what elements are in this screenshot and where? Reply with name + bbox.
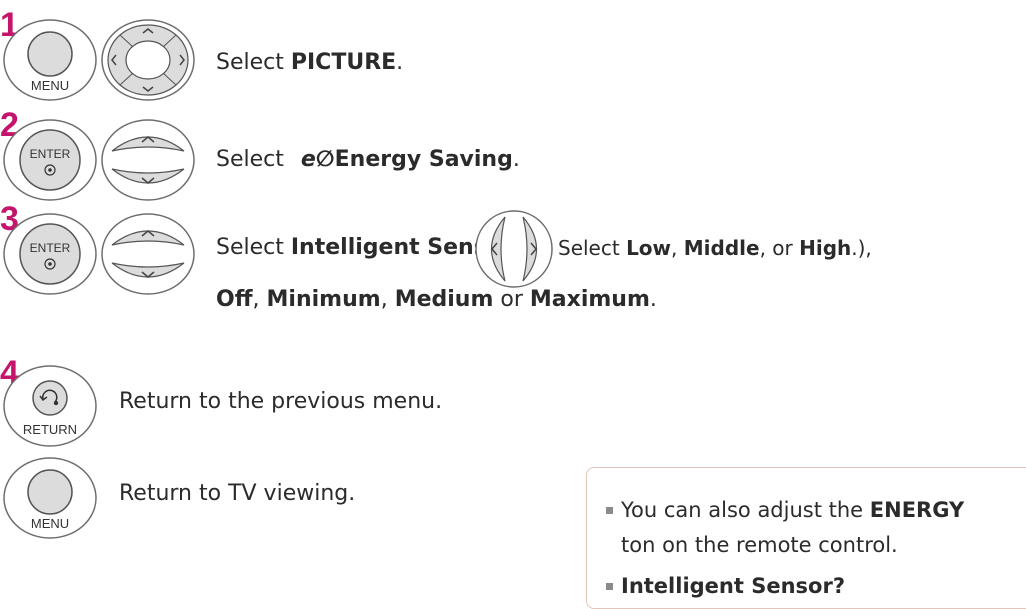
bullet-icon [606,583,613,590]
up-down-buttons-icon[interactable] [100,118,196,202]
note-line-3: Intelligent Sensor? [606,572,845,600]
step-4-sub-text: Return to TV viewing. [119,481,356,506]
step-3-line-2: Off, Minimum, Medium or Maximum. [216,287,657,312]
step-1-text: Select PICTURE. [216,50,404,75]
bullet-icon [606,507,613,514]
return-button[interactable]: RETURN [2,364,98,448]
enter-button[interactable]: ENTER [2,212,98,296]
step-3-sub-options: Select Low, Middle, or High.), [558,236,872,260]
note-line-1: You can also adjust the ENERGY [606,496,964,524]
note-line-2: ton on the remote control. [621,533,898,557]
step-4-text: Return to the previous menu. [119,389,443,414]
menu-button-label: MENU [31,516,69,531]
energy-saving-icon: e∅ [300,147,335,172]
enter-button-label: ENTER [30,241,71,255]
navigation-pad-icon[interactable] [100,18,196,102]
enter-button-label: ENTER [30,147,71,161]
up-down-buttons-icon[interactable] [100,212,196,296]
menu-button[interactable]: MENU [2,456,98,540]
left-right-buttons-icon[interactable] [474,209,554,289]
menu-button[interactable]: MENU [2,18,98,102]
step-2-text: Select e∅Energy Saving. [216,147,520,172]
enter-button[interactable]: ENTER [2,118,98,202]
menu-button-label: MENU [31,78,69,93]
return-button-label: RETURN [23,422,77,437]
